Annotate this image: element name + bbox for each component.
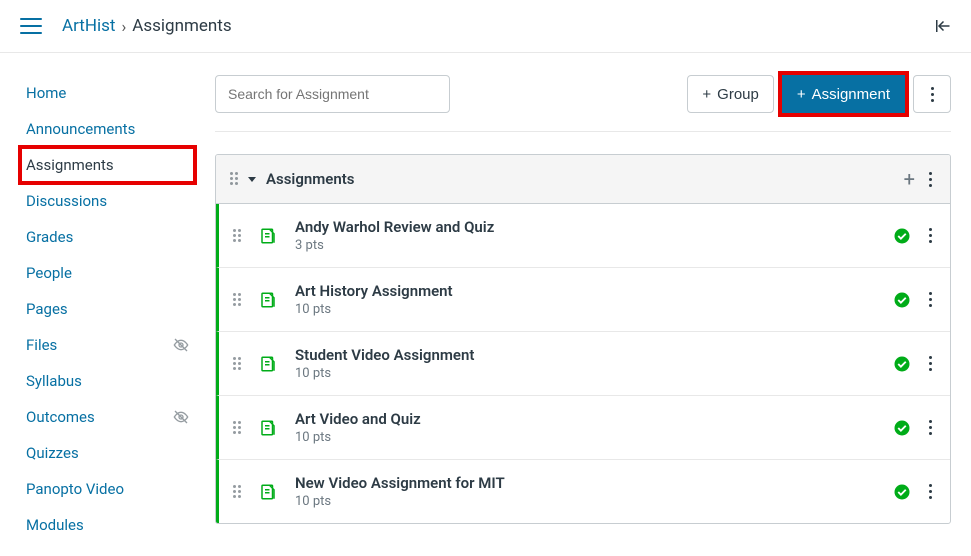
sidebar-item-label: Modules xyxy=(26,516,84,534)
sidebar-item-people[interactable]: People xyxy=(20,255,195,291)
assignment-title[interactable]: Art History Assignment xyxy=(295,282,893,300)
published-check-icon[interactable] xyxy=(893,227,911,245)
plus-icon: + xyxy=(702,86,711,103)
sidebar-item-pages[interactable]: Pages xyxy=(20,291,195,327)
sidebar-item-label: People xyxy=(26,264,72,282)
toolbar: + Group + Assignment xyxy=(215,75,951,132)
sidebar-item-label: Pages xyxy=(26,300,68,318)
assignment-points: 10 pts xyxy=(295,430,893,445)
group-header[interactable]: Assignments + xyxy=(216,155,950,204)
main-content: + Group + Assignment Assignments + xyxy=(195,53,971,543)
assignment-icon xyxy=(259,291,277,309)
sidebar-item-outcomes[interactable]: Outcomes xyxy=(20,399,195,435)
add-in-group-icon[interactable]: + xyxy=(894,167,925,191)
search-input[interactable] xyxy=(215,75,450,113)
breadcrumb-course[interactable]: ArtHist xyxy=(62,16,115,36)
assignment-icon xyxy=(259,355,277,373)
published-check-icon[interactable] xyxy=(893,355,911,373)
sidebar-item-syllabus[interactable]: Syllabus xyxy=(20,363,195,399)
sidebar-item-assignments[interactable]: Assignments xyxy=(20,147,195,183)
assignment-icon xyxy=(259,419,277,437)
assignment-points: 10 pts xyxy=(295,494,893,509)
sidebar-item-label: Assignments xyxy=(26,156,114,174)
add-assignment-label: Assignment xyxy=(812,86,890,103)
assignment-title[interactable]: Andy Warhol Review and Quiz xyxy=(295,218,893,236)
sidebar-item-label: Discussions xyxy=(26,192,107,210)
assignment-icon xyxy=(259,483,277,501)
sidebar-item-label: Syllabus xyxy=(26,372,82,390)
breadcrumb-page: Assignments xyxy=(132,16,231,36)
assignment-points: 10 pts xyxy=(295,366,893,381)
sidebar-item-modules[interactable]: Modules xyxy=(20,507,195,543)
row-body: Art Video and Quiz 10 pts xyxy=(295,410,893,445)
row-kebab-icon[interactable] xyxy=(925,224,936,247)
row-body: New Video Assignment for MIT 10 pts xyxy=(295,474,893,509)
drag-handle-icon[interactable] xyxy=(233,357,241,371)
assignment-title[interactable]: Art Video and Quiz xyxy=(295,410,893,428)
row-body: Art History Assignment 10 pts xyxy=(295,282,893,317)
published-check-icon[interactable] xyxy=(893,419,911,437)
drag-handle-icon[interactable] xyxy=(233,293,241,307)
row-kebab-icon[interactable] xyxy=(925,480,936,503)
layout: Home Announcements Assignments Discussio… xyxy=(0,53,971,543)
sidebar-item-label: Grades xyxy=(26,228,73,246)
group-kebab-icon[interactable] xyxy=(925,168,936,191)
sidebar-item-label: Panopto Video xyxy=(26,480,124,498)
breadcrumb-separator-icon: › xyxy=(121,17,126,36)
hamburger-menu-icon[interactable] xyxy=(20,18,42,34)
assignment-icon xyxy=(259,227,277,245)
assignment-row[interactable]: New Video Assignment for MIT 10 pts xyxy=(216,460,950,523)
published-check-icon[interactable] xyxy=(893,291,911,309)
sidebar-item-discussions[interactable]: Discussions xyxy=(20,183,195,219)
sidebar-item-label: Quizzes xyxy=(26,444,79,462)
sidebar-item-label: Home xyxy=(26,84,66,102)
group-title: Assignments xyxy=(266,170,894,188)
row-body: Student Video Assignment 10 pts xyxy=(295,346,893,381)
search-box xyxy=(215,75,450,113)
more-options-button[interactable] xyxy=(913,75,951,113)
assignment-title[interactable]: New Video Assignment for MIT xyxy=(295,474,893,492)
kebab-icon xyxy=(927,83,938,106)
assignment-group: Assignments + Andy Warhol Review and Qui… xyxy=(215,154,951,524)
sidebar-item-label: Outcomes xyxy=(26,408,95,426)
add-group-label: Group xyxy=(717,86,759,103)
assignment-title[interactable]: Student Video Assignment xyxy=(295,346,893,364)
top-bar: ArtHist › Assignments xyxy=(0,0,971,53)
side-nav: Home Announcements Assignments Discussio… xyxy=(0,53,195,543)
sidebar-item-label: Files xyxy=(26,336,57,354)
drag-handle-icon[interactable] xyxy=(233,229,241,243)
sidebar-item-panopto-video[interactable]: Panopto Video xyxy=(20,471,195,507)
row-kebab-icon[interactable] xyxy=(925,352,936,375)
row-body: Andy Warhol Review and Quiz 3 pts xyxy=(295,218,893,253)
add-group-button[interactable]: + Group xyxy=(687,75,773,113)
hidden-icon xyxy=(173,337,189,353)
sidebar-item-quizzes[interactable]: Quizzes xyxy=(20,435,195,471)
sidebar-item-grades[interactable]: Grades xyxy=(20,219,195,255)
sidebar-item-home[interactable]: Home xyxy=(20,75,195,111)
add-assignment-button[interactable]: + Assignment xyxy=(782,75,905,113)
sidebar-item-files[interactable]: Files xyxy=(20,327,195,363)
sidebar-item-announcements[interactable]: Announcements xyxy=(20,111,195,147)
caret-down-icon[interactable] xyxy=(248,177,256,182)
plus-icon: + xyxy=(797,86,806,103)
row-kebab-icon[interactable] xyxy=(925,288,936,311)
drag-handle-icon[interactable] xyxy=(230,172,238,186)
collapse-arrow-icon[interactable] xyxy=(933,17,951,35)
sidebar-item-label: Announcements xyxy=(26,120,135,138)
assignment-points: 10 pts xyxy=(295,302,893,317)
assignment-row[interactable]: Student Video Assignment 10 pts xyxy=(216,332,950,396)
hidden-icon xyxy=(173,409,189,425)
assignment-row[interactable]: Art Video and Quiz 10 pts xyxy=(216,396,950,460)
drag-handle-icon[interactable] xyxy=(233,421,241,435)
assignment-row[interactable]: Andy Warhol Review and Quiz 3 pts xyxy=(216,204,950,268)
published-check-icon[interactable] xyxy=(893,483,911,501)
row-kebab-icon[interactable] xyxy=(925,416,936,439)
drag-handle-icon[interactable] xyxy=(233,485,241,499)
assignment-row[interactable]: Art History Assignment 10 pts xyxy=(216,268,950,332)
assignment-points: 3 pts xyxy=(295,238,893,253)
